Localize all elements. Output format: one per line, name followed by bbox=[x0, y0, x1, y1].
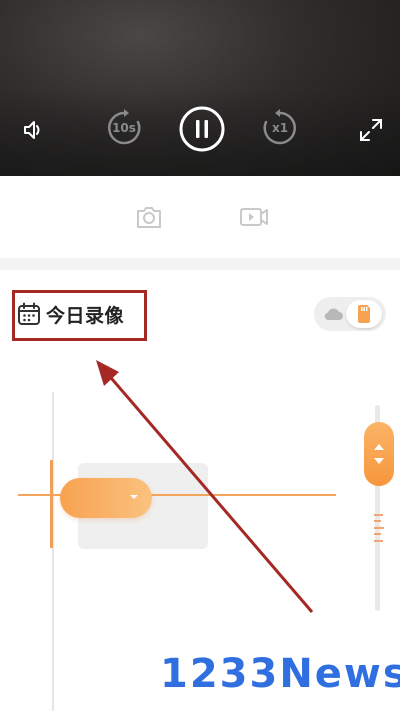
rewind-10s-button[interactable]: 10s bbox=[104, 108, 144, 148]
zoom-slider-handle[interactable] bbox=[364, 422, 394, 486]
speaker-icon bbox=[24, 121, 40, 139]
chevron-up-icon bbox=[374, 444, 384, 450]
zoom-tick bbox=[374, 527, 384, 529]
sd-card-icon bbox=[358, 305, 370, 323]
pause-button[interactable] bbox=[178, 105, 226, 153]
record-button[interactable] bbox=[236, 200, 272, 234]
volume-button[interactable] bbox=[18, 114, 50, 146]
zoom-tick bbox=[374, 533, 381, 535]
chevron-down-icon bbox=[374, 458, 384, 464]
snapshot-button[interactable] bbox=[132, 200, 166, 234]
fullscreen-icon bbox=[360, 119, 382, 141]
timeline-track[interactable] bbox=[52, 392, 54, 711]
cloud-icon[interactable] bbox=[322, 304, 344, 324]
fullscreen-button[interactable] bbox=[355, 114, 387, 146]
rewind-label: 10s bbox=[112, 121, 136, 135]
timeline-current-marker bbox=[50, 460, 53, 548]
pause-icon bbox=[179, 106, 225, 152]
zoom-tick bbox=[374, 520, 381, 522]
playback-speed-button[interactable]: x1 bbox=[260, 108, 300, 148]
camera-icon bbox=[137, 207, 161, 228]
caret-down-icon[interactable] bbox=[127, 490, 141, 504]
section-divider bbox=[0, 258, 400, 270]
zoom-tick bbox=[374, 540, 383, 542]
watermark: 1233News bbox=[160, 651, 400, 697]
annotation-highlight-box bbox=[12, 290, 147, 341]
action-toolbar bbox=[0, 176, 400, 258]
video-record-icon bbox=[240, 208, 268, 226]
toggle-knob[interactable] bbox=[346, 300, 382, 328]
speed-label: x1 bbox=[271, 121, 289, 135]
zoom-tick bbox=[374, 514, 383, 516]
